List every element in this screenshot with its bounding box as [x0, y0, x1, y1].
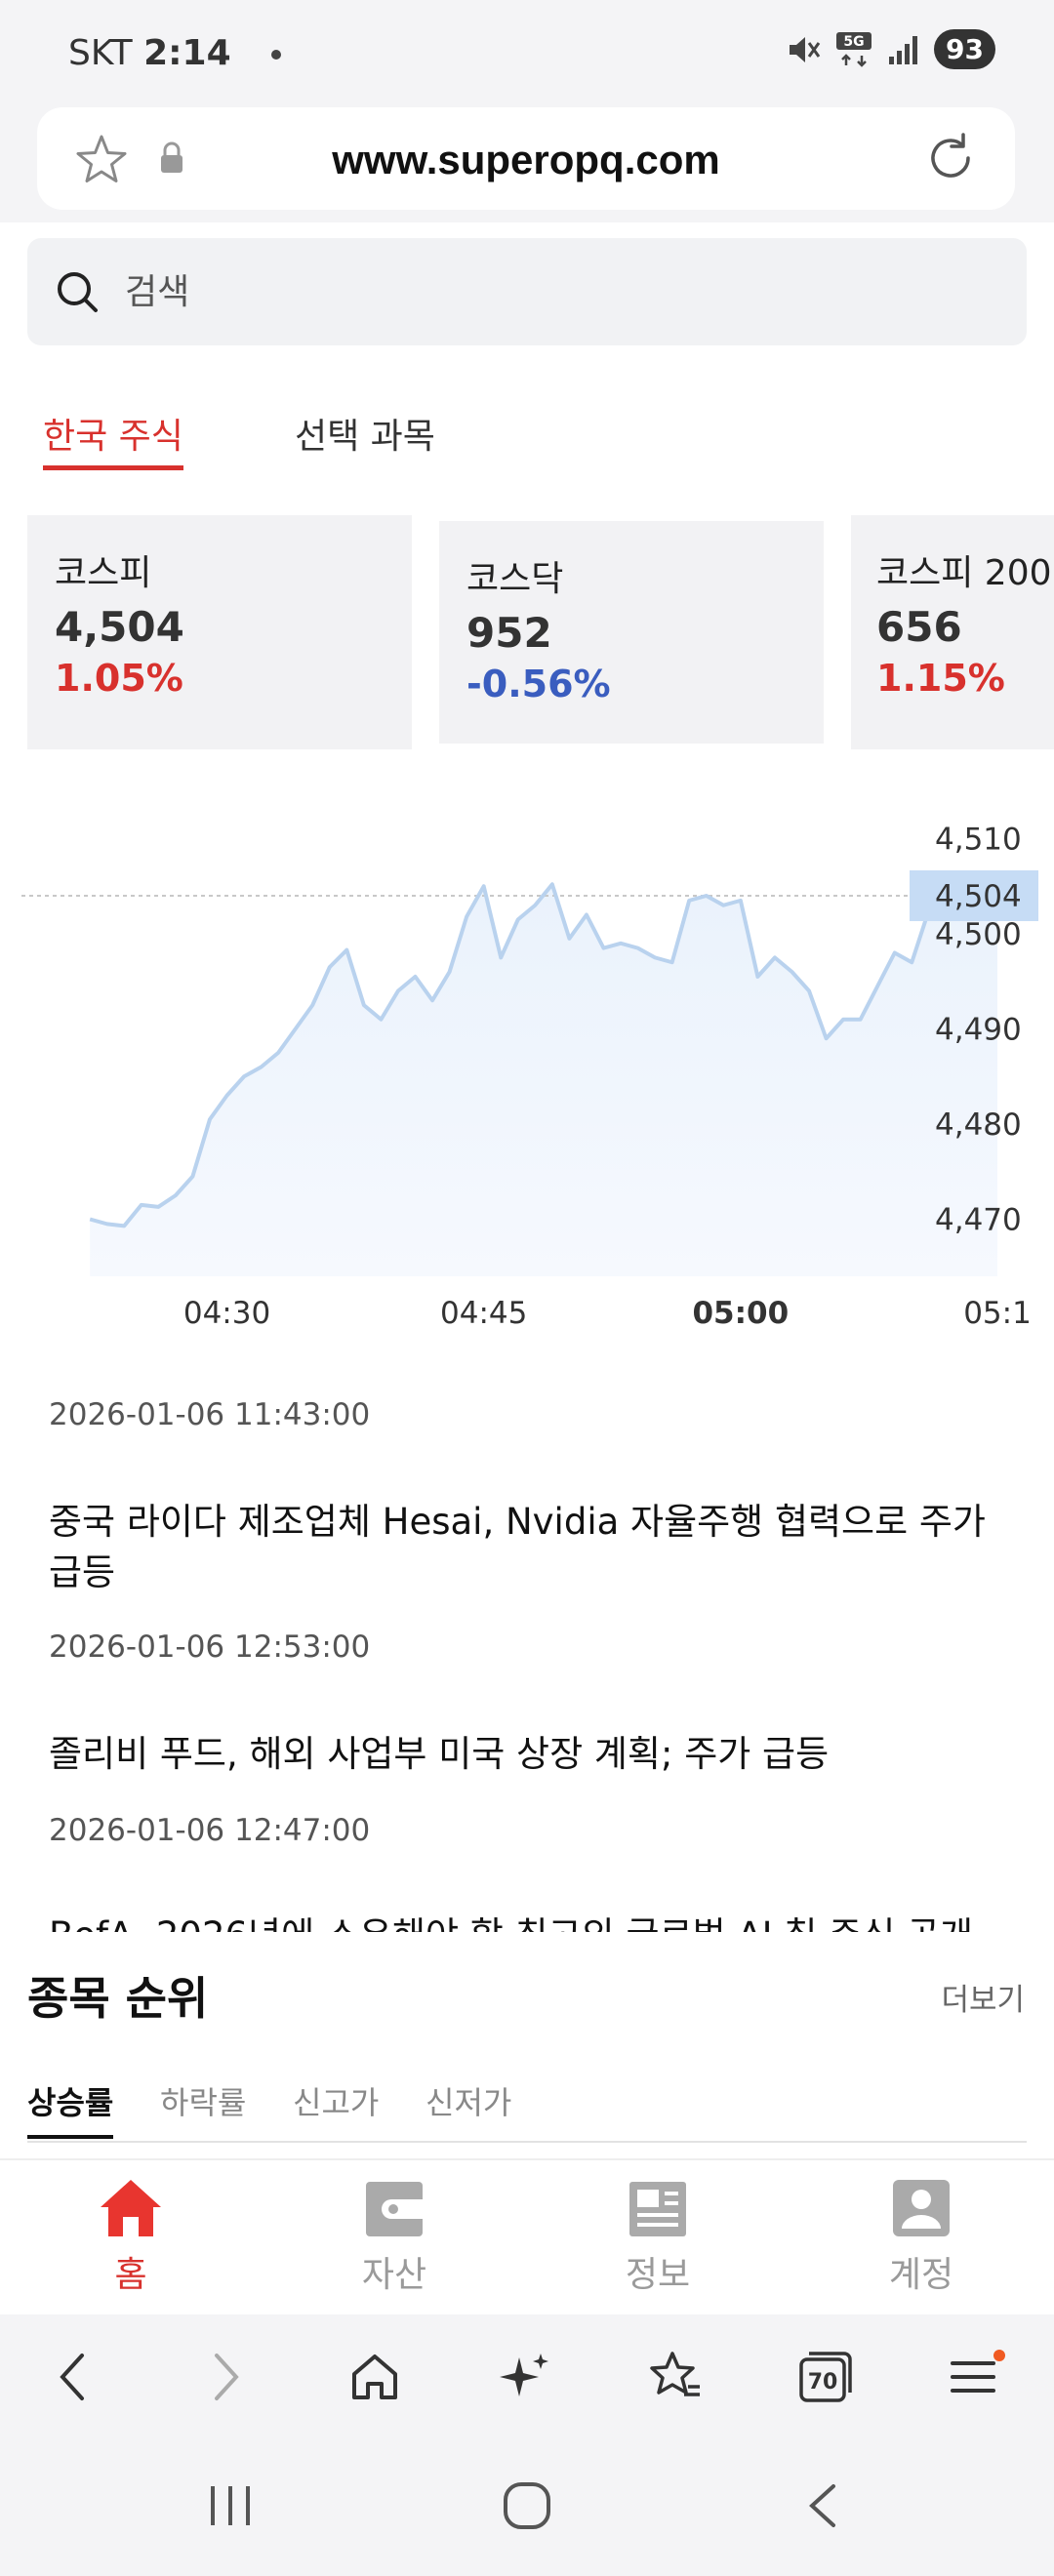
y-tick-label: 4,490 — [935, 1013, 1022, 1048]
forward-button[interactable] — [195, 2346, 258, 2408]
system-nav-bar — [0, 2441, 1054, 2576]
address-bar-area: www.superopq.com — [0, 107, 1054, 222]
x-tick-label: 05:1 — [963, 1296, 1032, 1331]
tabs-icon: 70 — [799, 2352, 852, 2402]
newspaper-icon — [629, 2182, 686, 2236]
tabs-button[interactable]: 70 — [792, 2346, 855, 2408]
nav-info[interactable]: 정보 — [589, 2178, 726, 2297]
tab-selected-subjects[interactable]: 선택 과목 — [295, 408, 435, 470]
x-tick-label: 04:45 — [440, 1296, 527, 1331]
nav-assets[interactable]: 자산 — [326, 2178, 463, 2297]
ranking-tab-new-low[interactable]: 신저가 — [426, 2078, 511, 2123]
news-title[interactable]: 졸리비 푸드, 해외 사업부 미국 상장 계획; 주가 급등 — [49, 1729, 1015, 1780]
mute-icon — [790, 36, 821, 62]
y-tick-label: 4,500 — [935, 917, 1022, 952]
stock-ranking-section: 종목 순위 더보기 상승률 하락률 신고가 신저가 — [0, 1932, 1054, 2156]
reload-icon[interactable] — [923, 131, 978, 185]
x-tick-label: 04:30 — [183, 1296, 270, 1331]
browser-home-button[interactable] — [344, 2346, 406, 2408]
home-icon — [101, 2180, 161, 2236]
index-value: 952 — [466, 609, 552, 657]
index-name: 코스닥 — [466, 559, 564, 599]
star-list-icon — [650, 2352, 700, 2396]
index-card-kosdaq[interactable]: 코스닥 952 -0.56% — [439, 521, 824, 744]
nav-label: 정보 — [625, 2255, 691, 2295]
battery-badge: 93 — [934, 29, 995, 69]
news-time: 2026-01-06 11:43:00 — [49, 1397, 371, 1432]
news-time: 2026-01-06 12:53:00 — [49, 1630, 371, 1665]
y-tick-label: 4,470 — [935, 1203, 1022, 1238]
current-price-label: 4,504 — [935, 879, 1022, 914]
nav-account[interactable]: 계정 — [853, 2178, 990, 2297]
ranking-tab-losers[interactable]: 하락률 — [160, 2078, 246, 2123]
network-5g-icon: 5G — [836, 31, 872, 67]
x-tick-label: 05:00 — [692, 1296, 789, 1331]
menu-icon — [951, 2350, 1005, 2393]
chevron-left-icon — [60, 2354, 84, 2400]
ranking-title: 종목 순위 — [27, 1972, 209, 2025]
notification-dot-icon — [271, 50, 282, 60]
news-time: 2026-01-06 12:47:00 — [49, 1813, 371, 1848]
menu-button[interactable] — [945, 2346, 1007, 2408]
index-value: 656 — [876, 603, 962, 651]
url-text[interactable]: www.superopq.com — [37, 137, 1015, 183]
chart-area-fill — [90, 884, 998, 1276]
sparkle-icon — [500, 2354, 548, 2396]
recent-apps-icon[interactable] — [207, 2480, 256, 2531]
address-bar[interactable]: www.superopq.com — [37, 107, 1015, 210]
ai-assistant-button[interactable] — [494, 2346, 556, 2408]
system-home-icon[interactable] — [502, 2480, 552, 2531]
index-change: -0.56% — [466, 663, 611, 705]
index-name: 코스피 200 — [876, 553, 1052, 593]
search-icon — [58, 272, 98, 312]
y-tick-label: 4,510 — [935, 823, 1022, 858]
nav-label: 자산 — [361, 2255, 427, 2295]
tab-korean-stocks[interactable]: 한국 주식 — [43, 408, 183, 470]
index-chart[interactable]: 4,510 4,500 4,490 4,480 4,470 04:30 04:45 05:0… — [0, 820, 1054, 1347]
index-card-kospi[interactable]: 코스피 4,504 1.05% — [27, 515, 412, 749]
news-title[interactable]: 중국 라이다 제조업체 Hesai, Nvidia 자율주행 협력으로 주가 급… — [49, 1497, 1015, 1598]
app-bottom-nav: 홈 자산 정보 계정 — [0, 2158, 1054, 2314]
divider — [27, 2141, 1027, 2143]
nav-label: 홈 — [114, 2255, 147, 2295]
ranking-more-link[interactable]: 더보기 — [941, 1975, 1025, 2019]
search-input[interactable] — [125, 265, 984, 318]
index-name: 코스피 — [55, 553, 152, 593]
home-outline-icon — [352, 2355, 397, 2399]
search-box[interactable] — [27, 238, 1027, 345]
person-icon — [893, 2180, 950, 2236]
network-label: 5G — [843, 34, 864, 50]
system-back-icon[interactable] — [802, 2480, 841, 2531]
index-chart-svg[interactable]: 4,510 4,500 4,490 4,480 4,470 04:30 04:45 05:0… — [0, 820, 1054, 1347]
clock: 2:14 — [143, 33, 231, 73]
ranking-tab-gainers[interactable]: 상승률 — [27, 2078, 114, 2139]
index-change: 1.05% — [55, 657, 183, 700]
wallet-icon — [366, 2182, 423, 2236]
bookmarks-button[interactable] — [644, 2346, 707, 2408]
index-value: 4,504 — [55, 603, 184, 651]
nav-home[interactable]: 홈 — [62, 2178, 199, 2297]
carrier: SKT — [68, 33, 133, 73]
status-right: 5G 93 — [786, 29, 995, 69]
y-tick-label: 4,480 — [935, 1107, 1022, 1143]
tab-count: 70 — [808, 2370, 838, 2395]
index-card-kospi200[interactable]: 코스피 200 656 1.15% — [851, 515, 1054, 749]
signal-icon — [889, 35, 918, 64]
status-left: SKT 2:14 — [68, 33, 282, 73]
ranking-tab-new-high[interactable]: 신고가 — [293, 2078, 379, 2123]
back-button[interactable] — [41, 2346, 103, 2408]
chevron-right-icon — [215, 2354, 239, 2400]
browser-toolbar: 70 — [0, 2314, 1054, 2441]
status-bar: SKT 2:14 5G 93 — [0, 0, 1054, 107]
index-change: 1.15% — [876, 657, 1005, 700]
nav-label: 계정 — [888, 2255, 954, 2295]
